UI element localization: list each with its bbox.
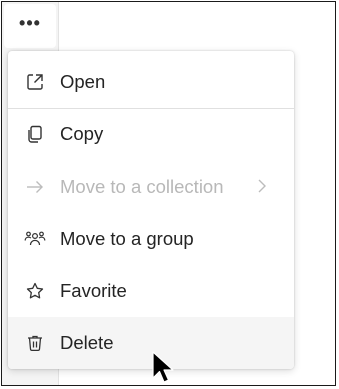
- mouse-pointer-icon: [152, 351, 174, 383]
- menu-item-open[interactable]: Open: [8, 57, 294, 107]
- menu-item-move-to-group[interactable]: Move to a group: [8, 214, 294, 264]
- menu-item-label: Move to a group: [60, 228, 194, 249]
- menu-item-label: Favorite: [60, 280, 127, 301]
- open-external-icon: [24, 71, 46, 93]
- screenshot-frame: ••• Open Copy Move to a collection Move …: [1, 1, 336, 386]
- chevron-right-icon: [252, 176, 272, 196]
- more-options-button[interactable]: •••: [4, 4, 56, 48]
- menu-item-label: Move to a collection: [60, 176, 224, 197]
- copy-icon: [24, 123, 46, 145]
- menu-item-label: Copy: [60, 123, 104, 144]
- context-menu: Open Copy Move to a collection Move to a…: [8, 51, 294, 369]
- menu-item-move-to-collection: Move to a collection: [8, 162, 294, 212]
- trash-icon: [24, 332, 46, 354]
- menu-item-label: Open: [60, 71, 106, 92]
- menu-item-label: Delete: [60, 332, 114, 353]
- arrow-right-icon: [24, 176, 46, 198]
- menu-item-copy[interactable]: Copy: [8, 109, 294, 159]
- people-group-icon: [24, 228, 46, 250]
- star-icon: [24, 280, 46, 302]
- more-horizontal-icon: •••: [19, 12, 41, 33]
- menu-item-favorite[interactable]: Favorite: [8, 266, 294, 316]
